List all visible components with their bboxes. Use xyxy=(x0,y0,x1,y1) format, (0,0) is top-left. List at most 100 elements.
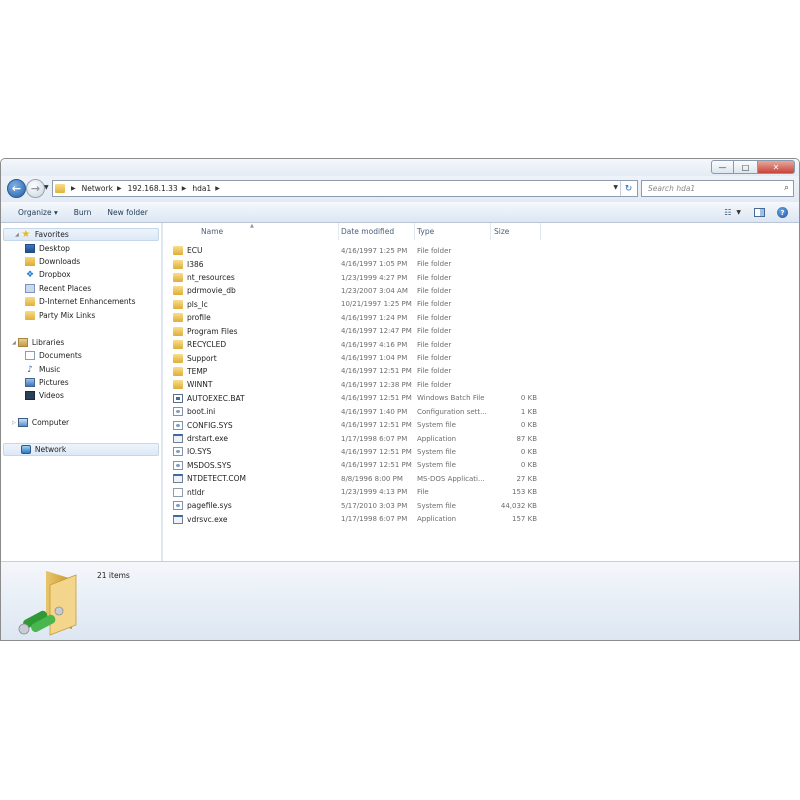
chevron-right-icon[interactable]: ▶ xyxy=(182,185,187,192)
table-row[interactable]: AUTOEXEC.BAT 4/16/1997 12:51 PM Windows Ba… xyxy=(163,392,543,405)
sidebar-item-desktop[interactable]: Desktop xyxy=(25,242,184,255)
sidebar-item-dropbox[interactable]: ❖ Dropbox xyxy=(25,268,184,281)
date-modified-cell: 1/17/1998 6:07 PM xyxy=(341,515,408,524)
table-row[interactable]: CONFIG.SYS 4/16/1997 12:51 PM System file 0… xyxy=(163,418,543,431)
expand-arrow-icon[interactable]: ▷ xyxy=(12,420,16,426)
collapse-arrow-icon[interactable]: ◢ xyxy=(12,340,16,346)
views-icon[interactable]: ☷ xyxy=(724,208,731,217)
navigation-pane: ◢ ★ Favorites Desktop Downloads ❖ Dropbo… xyxy=(1,223,162,561)
sidebar-item-party-mix-links[interactable]: Party Mix Links xyxy=(25,309,184,322)
title-bar[interactable]: — □ ✕ xyxy=(1,159,799,176)
table-row[interactable]: Support 4/16/1997 1:04 PM File folder xyxy=(163,351,543,364)
system-file-icon xyxy=(173,460,183,470)
size-cell: 0 KB xyxy=(520,421,537,430)
column-header-label: Date modified xyxy=(341,227,395,236)
table-row[interactable]: NTDETECT.COM 8/8/1996 8:00 PM MS-DOS Appli… xyxy=(163,472,543,485)
table-row[interactable]: pdrmovie_db 1/23/2007 3:04 AM File folder xyxy=(163,284,543,297)
size-cell xyxy=(492,298,537,311)
sidebar-item-downloads[interactable]: Downloads xyxy=(25,255,184,268)
table-row[interactable]: nt_resources 1/23/1999 4:27 PM File folder xyxy=(163,271,543,284)
folder-icon xyxy=(173,299,183,309)
file-name-cell: vdrsvc.exe xyxy=(173,512,333,525)
dropbox-icon: ❖ xyxy=(25,269,35,280)
table-row[interactable]: pagefile.sys 5/17/2010 3:03 PM System file… xyxy=(163,499,543,512)
table-row[interactable]: TEMP 4/16/1997 12:51 PM File folder xyxy=(163,365,543,378)
file-name: NTDETECT.COM xyxy=(187,474,246,484)
date-modified-cell: 4/16/1997 12:38 PM xyxy=(341,380,412,389)
table-row[interactable]: drstart.exe 1/17/1998 6:07 PM Application 8… xyxy=(163,432,543,445)
sidebar-item-label: Libraries xyxy=(31,338,65,347)
type-cell: Application xyxy=(417,434,457,443)
table-row[interactable]: ntldr 1/23/1999 4:13 PM File 153 KB xyxy=(163,486,543,499)
size-cell: 0 KB xyxy=(520,461,537,470)
file-name-cell: TEMP xyxy=(173,365,333,378)
date-modified-cell: 4/16/1997 1:24 PM xyxy=(341,313,408,322)
chevron-right-icon[interactable]: ▶ xyxy=(71,185,76,192)
column-header-date[interactable]: Date modified xyxy=(339,223,415,240)
breadcrumb-network[interactable]: Network xyxy=(82,184,113,193)
type-cell: File folder xyxy=(417,380,452,389)
table-row[interactable]: pls_lc 10/21/1997 1:25 PM File folder xyxy=(163,298,543,311)
file-name-cell: drstart.exe xyxy=(173,432,333,445)
collapse-arrow-icon[interactable]: ◢ xyxy=(15,232,19,238)
views-dropdown-icon[interactable]: ▼ xyxy=(736,209,741,216)
chevron-right-icon[interactable]: ▶ xyxy=(215,185,220,192)
file-name: AUTOEXEC.BAT xyxy=(187,393,245,403)
type-cell: File folder xyxy=(417,273,452,282)
address-bar[interactable]: ▶ Network ▶ 192.168.1.33 ▶ hda1 ▶ ▼ ↻ xyxy=(52,180,638,197)
sidebar-item-music[interactable]: ♪ Music xyxy=(25,363,184,376)
breadcrumb-hda1[interactable]: hda1 xyxy=(192,184,211,193)
search-box[interactable]: ⌕ xyxy=(641,180,794,197)
file-name: pagefile.sys xyxy=(187,501,232,511)
sidebar-item-favorites[interactable]: ◢ ★ Favorites xyxy=(3,228,159,241)
address-dropdown-icon[interactable]: ▼ xyxy=(613,184,618,191)
table-row[interactable]: boot.ini 4/16/1997 1:40 PM Configuration s… xyxy=(163,405,543,418)
column-header-size[interactable]: Size xyxy=(491,223,541,240)
refresh-icon[interactable]: ↻ xyxy=(620,181,636,196)
help-icon[interactable]: ? xyxy=(777,207,788,218)
table-row[interactable]: IO.SYS 4/16/1997 12:51 PM System file 0 KB xyxy=(163,445,543,458)
type-cell: File folder xyxy=(417,313,452,322)
sidebar-item-documents[interactable]: Documents xyxy=(25,349,184,362)
minimize-button[interactable]: — xyxy=(711,160,734,174)
recent-pages-dropdown[interactable]: ▼ xyxy=(44,184,49,191)
date-modified-cell: 1/23/2007 3:04 AM xyxy=(341,286,408,295)
column-header-type[interactable]: Type xyxy=(415,223,491,240)
table-row[interactable]: Program Files 4/16/1997 12:47 PM File fold… xyxy=(163,325,543,338)
size-cell: 157 KB xyxy=(512,515,537,524)
maximize-button[interactable]: □ xyxy=(734,160,757,174)
sidebar-item-network[interactable]: ▷ Network xyxy=(3,443,159,456)
burn-button[interactable]: Burn xyxy=(74,208,92,217)
preview-pane-icon[interactable] xyxy=(754,208,765,217)
new-folder-button[interactable]: New folder xyxy=(107,208,148,217)
back-button[interactable]: ← xyxy=(7,179,26,198)
table-row[interactable]: MSDOS.SYS 4/16/1997 12:51 PM System file 0 … xyxy=(163,459,543,472)
search-icon[interactable]: ⌕ xyxy=(784,183,789,193)
table-row[interactable]: I386 4/16/1997 1:05 PM File folder xyxy=(163,257,543,270)
close-button[interactable]: ✕ xyxy=(757,160,795,174)
folder-icon xyxy=(173,313,183,323)
file-name-cell: Program Files xyxy=(173,325,333,338)
sidebar-item-libraries[interactable]: ◢ Libraries xyxy=(1,336,160,349)
search-input[interactable] xyxy=(646,183,776,194)
breadcrumb-host[interactable]: 192.168.1.33 xyxy=(128,184,178,193)
organize-button[interactable]: Organize ▾ xyxy=(18,208,58,217)
sidebar-item-computer[interactable]: ▷ Computer xyxy=(1,416,160,429)
column-header-name[interactable]: Name ▲ xyxy=(163,223,339,240)
chevron-right-icon[interactable]: ▶ xyxy=(117,185,122,192)
sidebar-item-label: Pictures xyxy=(39,378,69,387)
date-modified-cell: 1/17/1998 6:07 PM xyxy=(341,434,408,443)
table-row[interactable]: ECU 4/16/1997 1:25 PM File folder xyxy=(163,244,543,257)
size-cell xyxy=(492,311,537,324)
sidebar-item-d-internet-enhancements[interactable]: D-Internet Enhancements xyxy=(25,295,184,308)
forward-button[interactable]: → xyxy=(26,179,45,198)
table-row[interactable]: profile 4/16/1997 1:24 PM File folder xyxy=(163,311,543,324)
sidebar-item-videos[interactable]: Videos xyxy=(25,389,184,402)
sidebar-item-recent-places[interactable]: Recent Places xyxy=(25,282,184,295)
table-row[interactable]: vdrsvc.exe 1/17/1998 6:07 PM Application 15… xyxy=(163,512,543,525)
file-name: Program Files xyxy=(187,326,238,336)
table-row[interactable]: WINNT 4/16/1997 12:38 PM File folder xyxy=(163,378,543,391)
table-row[interactable]: RECYCLED 4/16/1997 4:16 PM File folder xyxy=(163,338,543,351)
sidebar-item-pictures[interactable]: Pictures xyxy=(25,376,184,389)
recent-places-icon xyxy=(25,284,35,293)
